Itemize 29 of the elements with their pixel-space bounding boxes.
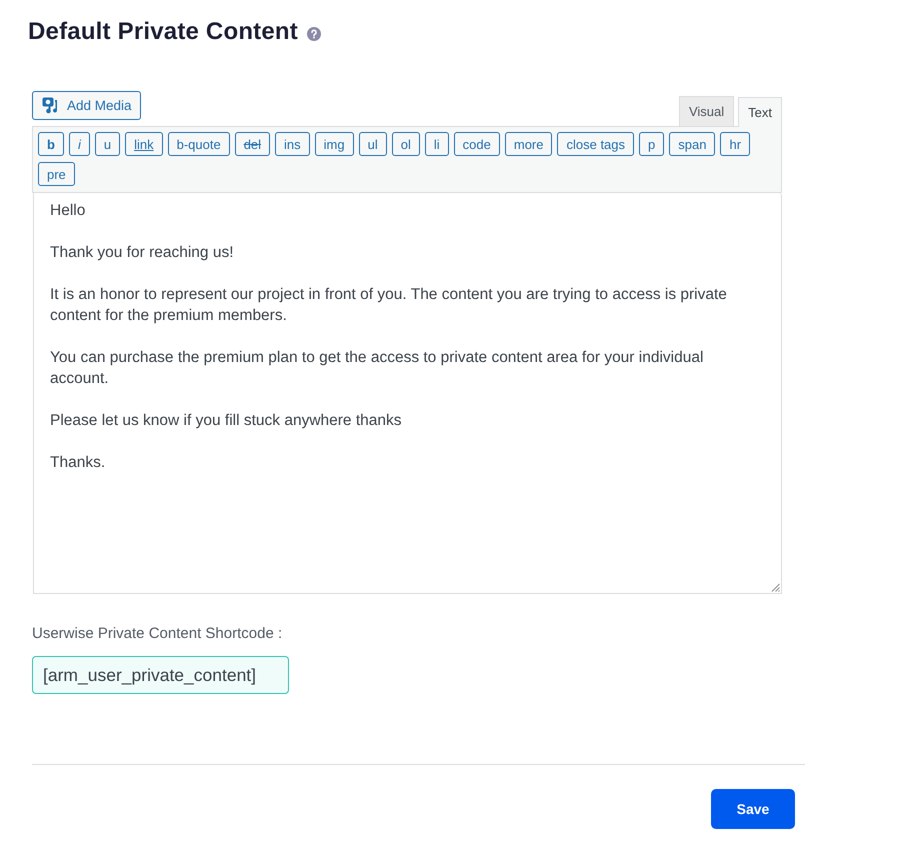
shortcode-label: Userwise Private Content Shortcode : [32, 624, 282, 644]
quicktag-button[interactable]: link [125, 132, 163, 156]
shortcode-field[interactable]: [arm_user_private_content] [32, 656, 289, 694]
add-media-button[interactable]: Add Media [32, 91, 141, 120]
content-text-area[interactable]: Hello Thank you for reaching us! It is an honor to represent our project in front of you. The content you are trying to access is private content for the premium members. You can purchase the premium plan to get the access to private content area for your individual account. Please let us know if you fill stuck anywhere thanks Thanks. [33, 193, 782, 594]
resize-handle-icon[interactable] [770, 582, 780, 592]
media-icon [42, 97, 60, 114]
quicktag-button[interactable]: span [669, 132, 716, 156]
help-icon[interactable] [306, 27, 321, 41]
editor-tab[interactable]: Visual [678, 96, 734, 126]
quicktag-button[interactable]: i [68, 132, 90, 156]
quicktag-button[interactable]: more [504, 132, 552, 156]
quicktag-button[interactable]: li [424, 132, 449, 156]
quicktag-button[interactable]: hr [720, 132, 750, 156]
quicktag-button[interactable]: ol [392, 132, 420, 156]
quicktag-button[interactable]: close tags [557, 132, 634, 156]
quicktag-button[interactable]: b [38, 132, 64, 156]
page-title: Default Private Content [28, 17, 298, 47]
editor-tab[interactable]: Text [738, 97, 782, 127]
quicktag-button[interactable]: img [314, 132, 354, 156]
quicktag-button[interactable]: code [454, 132, 500, 156]
quicktag-button[interactable]: u [94, 132, 120, 156]
save-button[interactable]: Save [711, 789, 795, 829]
quicktag-button[interactable]: del [234, 132, 270, 156]
quicktag-button[interactable]: p [639, 132, 664, 156]
quicktag-button[interactable]: ul [358, 132, 387, 156]
quicktag-button[interactable]: pre [38, 162, 75, 186]
quicktag-button[interactable]: b-quote [168, 132, 230, 156]
quicktag-button[interactable]: ins [275, 132, 310, 156]
